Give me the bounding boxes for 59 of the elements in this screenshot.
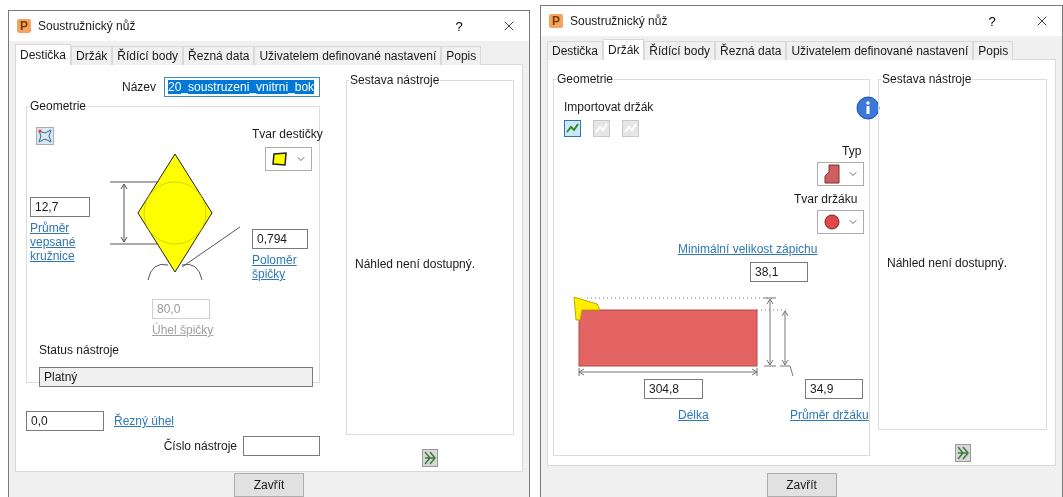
window-title: Soustružnický nůž	[570, 14, 669, 28]
length-field[interactable]: 304,8	[644, 379, 703, 399]
tab[interactable]: Popis	[973, 41, 1014, 60]
status-label: Status nástroje	[39, 343, 120, 357]
tab[interactable]: Držák	[71, 46, 113, 65]
group-title: Geometrie	[29, 99, 88, 113]
group-title: Sestava nástroje	[881, 72, 973, 86]
import-label: Importovat držák	[564, 100, 654, 114]
field-label: Tvar destičky	[252, 127, 323, 141]
tab[interactable]: Destička	[15, 44, 71, 65]
tab[interactable]: Řídící body	[112, 46, 184, 65]
tab[interactable]: Uživatelem definované nastavení	[786, 41, 974, 60]
group-title: Geometrie	[556, 72, 615, 86]
radius-link[interactable]: Poloměr špičky	[252, 253, 302, 281]
diameter-link[interactable]: Průměr vepsané kružnice	[30, 221, 90, 263]
cutting-angle-link[interactable]: Řezný úhel	[114, 414, 175, 428]
preview-icon[interactable]	[422, 449, 438, 467]
field-label: Typ	[842, 144, 862, 158]
shape-dropdown[interactable]	[265, 147, 312, 171]
holder-shape-dropdown[interactable]	[817, 210, 864, 234]
cutting-angle-field[interactable]: 0,0	[26, 411, 104, 431]
groove-field[interactable]: 38,1	[750, 262, 808, 282]
shape-edit-icon[interactable]	[36, 127, 54, 145]
window-title: Soustružnický nůž	[38, 19, 137, 33]
tab[interactable]: Řezná data	[183, 46, 255, 65]
round-holder-icon	[824, 214, 840, 230]
tool-icon[interactable]	[564, 120, 581, 137]
preview-icon[interactable]	[954, 444, 971, 462]
tab[interactable]: Držák	[603, 39, 645, 60]
tab[interactable]: Destička	[547, 41, 603, 60]
status-field[interactable]: Platný	[39, 367, 313, 387]
preview-message: Náhled není dostupný.	[887, 256, 1008, 270]
help-button[interactable]: ?	[444, 18, 474, 34]
app-logo: P	[549, 14, 563, 28]
field-label: Číslo nástroje	[163, 439, 237, 453]
name-field[interactable]: 20_soustruzeni_vnitrni_bok	[164, 77, 320, 97]
groove-link[interactable]: Minimální velikost zápichu	[678, 242, 818, 256]
close-dialog-button[interactable]: Zavřít	[766, 473, 837, 497]
diameter-field[interactable]: 12,7	[30, 197, 90, 217]
diameter-link[interactable]: Průměr držáku	[790, 408, 869, 422]
info-icon[interactable]	[856, 96, 880, 120]
help-button[interactable]: ?	[977, 13, 1007, 29]
tab[interactable]: Uživatelem definované nastavení	[254, 46, 442, 65]
group-title: Sestava nástroje	[349, 73, 441, 87]
app-logo: P	[17, 19, 31, 33]
holder-type-icon	[824, 164, 840, 184]
tab[interactable]: Řezná data	[715, 41, 787, 60]
preview-message: Náhled není dostupný.	[355, 257, 476, 271]
field-label: Tvar držáku	[794, 192, 858, 206]
tab[interactable]: Řídící body	[644, 41, 716, 60]
square-insert-icon	[272, 152, 288, 166]
field-label: Název	[122, 80, 156, 94]
tab[interactable]: Popis	[441, 46, 482, 65]
tool-number-field[interactable]	[243, 436, 320, 456]
length-link[interactable]: Délka	[678, 408, 709, 422]
diameter-field[interactable]: 34,9	[805, 379, 863, 399]
radius-field[interactable]: 0,794	[252, 229, 308, 249]
close-dialog-button[interactable]: Zavřít	[234, 473, 304, 497]
type-dropdown[interactable]	[817, 162, 864, 186]
